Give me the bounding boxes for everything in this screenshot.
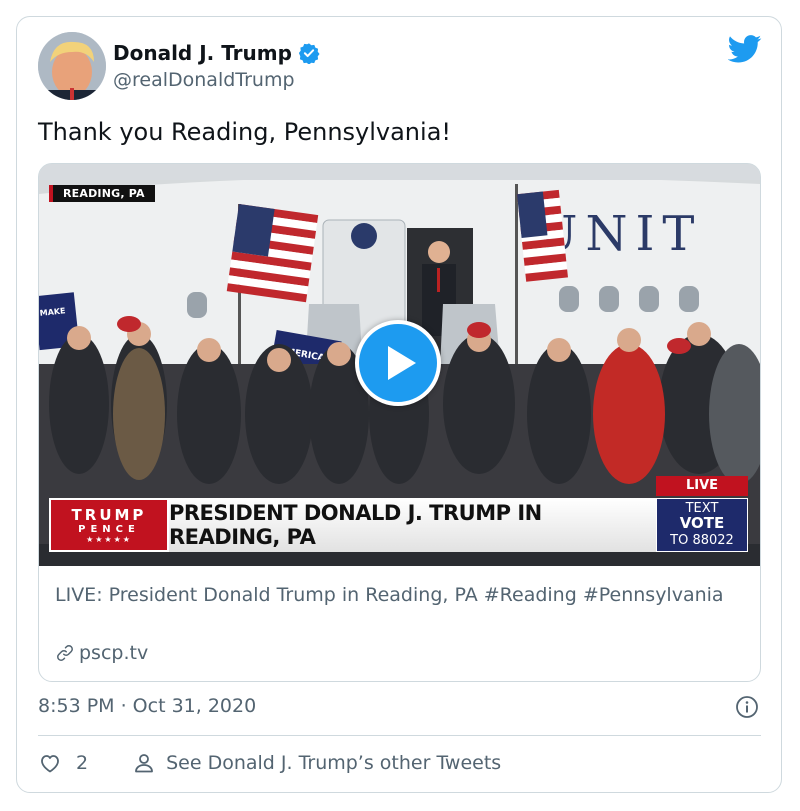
media-caption[interactable]: LIVE: President Donald Trump in Reading,…	[55, 582, 745, 609]
tweet-text: Thank you Reading, Pennsylvania!	[38, 118, 452, 146]
divider	[38, 735, 761, 736]
logo-line-1: TRUMP	[71, 506, 147, 524]
media-link[interactable]: pscp.tv	[55, 642, 148, 664]
info-icon[interactable]	[735, 695, 759, 719]
like-count: 2	[76, 752, 89, 774]
tweet-timestamp[interactable]: 8:53 PM · Oct 31, 2020	[38, 695, 256, 717]
twitter-bird-icon[interactable]	[728, 35, 762, 63]
avatar[interactable]	[38, 32, 106, 100]
author-handle[interactable]: @realDonaldTrump	[113, 69, 295, 91]
broadcast-lower-third: LIVE TRUMP PENCE ★★★★★ PRESIDENT DONALD …	[49, 476, 749, 552]
link-icon	[57, 645, 73, 661]
verified-badge-icon	[298, 43, 320, 64]
logo-line-2: PENCE	[78, 524, 140, 535]
other-tweets-link[interactable]: See Donald J. Trump’s other Tweets	[132, 751, 501, 775]
link-domain[interactable]: pscp.tv	[79, 642, 148, 664]
vote-line-2: VOTE	[679, 514, 725, 532]
heart-icon	[41, 755, 59, 773]
other-tweets-label[interactable]: See Donald J. Trump’s other Tweets	[166, 752, 501, 774]
play-button[interactable]	[355, 320, 441, 406]
text-vote-box: TEXT VOTE TO 88022	[656, 498, 748, 552]
media-card[interactable]: UNIT MAKE AMERICA READING, PA LIVE TRUMP…	[38, 163, 761, 682]
campaign-logo: TRUMP PENCE ★★★★★	[49, 498, 169, 552]
person-icon	[135, 754, 153, 773]
play-icon	[388, 346, 416, 380]
tweet-actions: 2 See Donald J. Trump’s other Tweets	[38, 751, 501, 775]
live-badge: LIVE	[656, 476, 748, 496]
location-tag: READING, PA	[49, 185, 155, 202]
like-button[interactable]: 2	[38, 751, 88, 775]
broadcast-headline: PRESIDENT DONALD J. TRUMP IN READING, PA	[169, 498, 657, 552]
vote-line-3: TO 88022	[670, 533, 734, 548]
video-player[interactable]: UNIT MAKE AMERICA READING, PA LIVE TRUMP…	[39, 164, 760, 566]
tweet-card: Donald J. Trump @realDonaldTrump Thank y…	[16, 16, 782, 793]
logo-stars: ★★★★★	[86, 535, 132, 544]
author-name[interactable]: Donald J. Trump	[113, 41, 292, 65]
